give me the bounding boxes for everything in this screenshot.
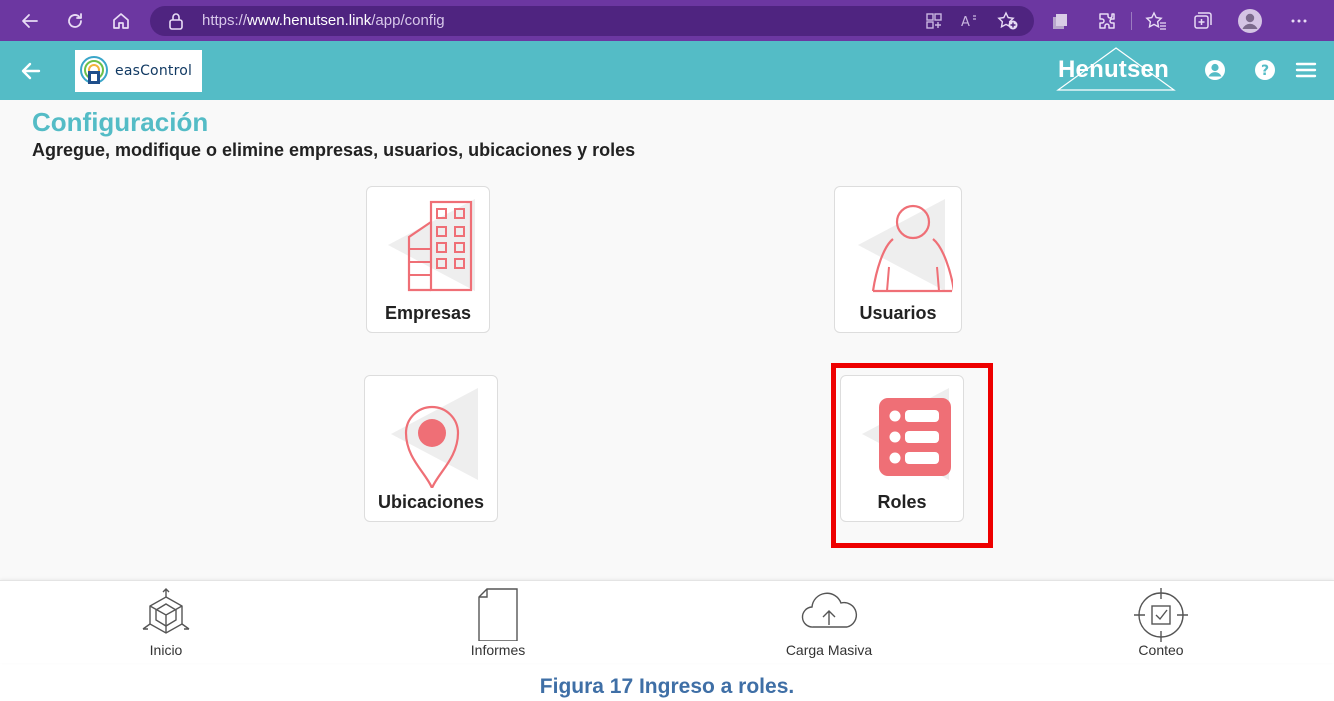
url-text: https://www.henutsen.link/app/config: [202, 12, 445, 29]
app-grid-icon[interactable]: [922, 9, 946, 33]
user-icon: [858, 199, 953, 293]
refresh-icon[interactable]: [63, 9, 87, 33]
back-arrow-icon[interactable]: [18, 9, 42, 33]
usuarios-tile[interactable]: Usuarios: [834, 186, 962, 333]
document-icon: [478, 588, 518, 641]
more-options-icon[interactable]: [1287, 9, 1311, 33]
help-icon[interactable]: ?: [1254, 59, 1276, 81]
app-header: easControl Henutsen ?: [0, 41, 1334, 100]
lock-icon[interactable]: [164, 9, 188, 33]
page-title: Configuración: [32, 107, 209, 137]
url-path: /app/config: [371, 12, 445, 29]
fingerprint-logo-icon: [80, 56, 108, 84]
nav-label: Carga Masiva: [785, 642, 873, 658]
svg-text:A: A: [961, 15, 970, 30]
figure-caption: Figura 17 Ingreso a roles.: [539, 675, 795, 698]
tile-label: Usuarios: [859, 303, 937, 323]
tab-groups-icon[interactable]: [1191, 9, 1215, 33]
nav-conteo[interactable]: Conteo: [1101, 581, 1221, 664]
nav-carga-masiva[interactable]: Carga Masiva: [769, 581, 889, 664]
nav-label: Conteo: [1138, 642, 1184, 658]
nav-label: Inicio: [149, 642, 183, 658]
config-content: Configuración Agregue, modifique o elimi…: [0, 100, 1334, 580]
cloud-upload-icon: [801, 592, 858, 628]
target-check-icon: [1134, 588, 1188, 642]
highlight-box: [831, 363, 993, 548]
read-aloud-icon[interactable]: A: [958, 9, 982, 33]
ubicaciones-tile[interactable]: Ubicaciones: [364, 375, 498, 522]
nav-label: Informes: [470, 642, 526, 658]
brand-logo: Henutsen: [1056, 47, 1176, 91]
nav-inicio[interactable]: Inicio: [106, 581, 226, 664]
back-arrow-icon[interactable]: [18, 58, 44, 84]
url-prefix: https://: [202, 12, 248, 29]
page-subtitle: Agregue, modifique o elimine empresas, u…: [32, 140, 636, 160]
cube-icon: [142, 588, 190, 634]
svg-text:?: ?: [1261, 63, 1269, 79]
home-icon[interactable]: [109, 9, 133, 33]
hamburger-menu-icon[interactable]: [1295, 60, 1317, 80]
empresas-tile[interactable]: Empresas: [366, 186, 490, 333]
building-icon: [388, 199, 475, 292]
collections-icon[interactable]: [1048, 9, 1072, 33]
add-favorite-icon[interactable]: [996, 9, 1020, 33]
logo-text: easControl: [115, 63, 193, 79]
brand-text: Henutsen: [1058, 56, 1169, 83]
profile-avatar-icon[interactable]: [1238, 9, 1262, 33]
tile-label: Empresas: [384, 303, 472, 323]
bottom-navigation: Inicio Informes Carga Masiva Conteo: [0, 580, 1334, 663]
screenshot-frame: https://www.henutsen.link/app/config A e…: [0, 0, 1334, 701]
company-logo[interactable]: easControl: [75, 50, 202, 92]
favorites-icon[interactable]: [1144, 9, 1168, 33]
extensions-icon[interactable]: [1095, 9, 1119, 33]
browser-toolbar: https://www.henutsen.link/app/config A: [0, 0, 1334, 41]
tile-label: Ubicaciones: [377, 492, 485, 512]
user-account-icon[interactable]: [1204, 59, 1226, 81]
location-pin-icon: [391, 388, 478, 488]
url-host: www.henutsen.link: [247, 12, 372, 29]
address-bar[interactable]: https://www.henutsen.link/app/config A: [150, 6, 1034, 36]
toolbar-separator: [1131, 12, 1132, 30]
nav-informes[interactable]: Informes: [438, 581, 558, 664]
